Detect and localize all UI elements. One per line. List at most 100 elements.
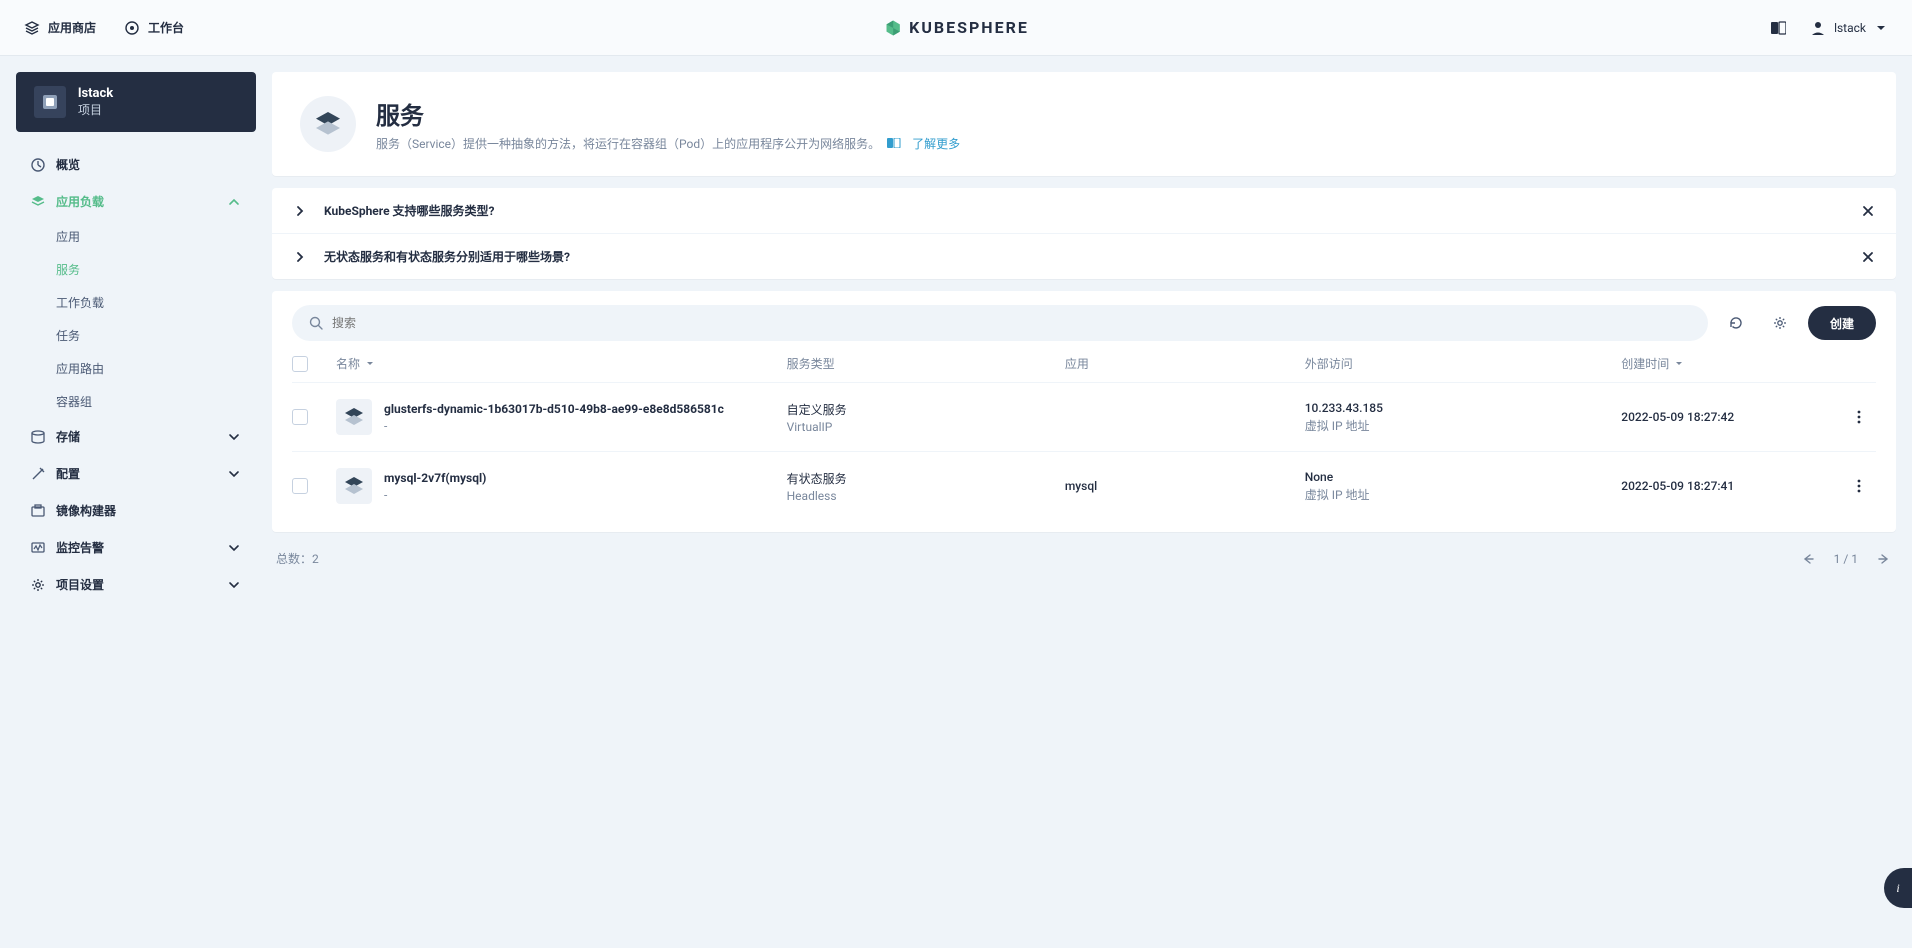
table-header: 名称 服务类型 应用 外部访问 创建时间 bbox=[292, 341, 1876, 382]
sidebar-storage-label: 存储 bbox=[56, 428, 80, 445]
faq-q1-text: KubeSphere 支持哪些服务类型? bbox=[324, 202, 495, 219]
image-builder-icon bbox=[30, 503, 46, 519]
sidebar-item-overview[interactable]: 概览 bbox=[16, 146, 256, 183]
page-description: 服务（Service）提供一种抽象的方法，将运行在容器组（Pod）上的应用程序公… bbox=[376, 135, 960, 152]
sidebar-project-settings-label: 项目设置 bbox=[56, 576, 104, 593]
subnav-routes[interactable]: 应用路由 bbox=[16, 352, 256, 385]
sort-icon bbox=[364, 358, 376, 370]
topnav: 应用商店 工作台 KUBESPHERE lstack bbox=[0, 0, 1912, 56]
page-header-icon bbox=[300, 96, 356, 152]
project-icon bbox=[34, 86, 66, 118]
search-icon bbox=[308, 315, 324, 331]
main: 服务 服务（Service）提供一种抽象的方法，将运行在容器组（Pod）上的应用… bbox=[272, 72, 1896, 603]
table-row: glusterfs-dynamic-1b63017b-d510-49b8-ae9… bbox=[292, 382, 1876, 451]
row-checkbox[interactable] bbox=[292, 409, 308, 425]
workbench-icon bbox=[124, 20, 140, 36]
app-store-icon bbox=[24, 20, 40, 36]
subnav-pods[interactable]: 容器组 bbox=[16, 385, 256, 418]
cell-type-sub: Headless bbox=[787, 489, 1055, 503]
sidebar-item-image-builder[interactable]: 镜像构建器 bbox=[16, 492, 256, 529]
doc-icon bbox=[887, 138, 901, 148]
faq-close-2[interactable] bbox=[1860, 249, 1876, 265]
nav-workbench[interactable]: 工作台 bbox=[124, 19, 184, 36]
col-name[interactable]: 名称 bbox=[336, 355, 777, 372]
refresh-button[interactable] bbox=[1720, 307, 1752, 339]
chevron-down-icon bbox=[226, 540, 242, 556]
subnav-apps[interactable]: 应用 bbox=[16, 220, 256, 253]
user-menu[interactable]: lstack bbox=[1810, 20, 1888, 36]
cell-external: None bbox=[1305, 470, 1612, 484]
overview-icon bbox=[30, 157, 46, 173]
workloads-icon bbox=[30, 194, 46, 210]
create-button[interactable]: 创建 bbox=[1808, 306, 1876, 340]
subnav-jobs[interactable]: 任务 bbox=[16, 319, 256, 352]
chevron-down-icon bbox=[226, 466, 242, 482]
chevron-down-icon bbox=[226, 429, 242, 445]
select-all-checkbox[interactable] bbox=[292, 356, 308, 372]
help-doc-icon[interactable] bbox=[1770, 20, 1786, 36]
cell-type: 有状态服务 bbox=[787, 470, 1055, 487]
page-title: 服务 bbox=[376, 96, 960, 131]
cell-type-sub: VirtualIP bbox=[787, 420, 1055, 434]
project-card[interactable]: lstack 项目 bbox=[16, 72, 256, 132]
cell-app: mysql bbox=[1065, 479, 1295, 493]
service-name-sub: - bbox=[384, 488, 486, 502]
table-footer: 总数：2 1 / 1 bbox=[272, 532, 1896, 571]
search-input[interactable] bbox=[332, 316, 1692, 330]
floating-help-button[interactable]: i bbox=[1884, 868, 1912, 908]
row-more-button[interactable] bbox=[1842, 409, 1876, 425]
chevron-right-icon bbox=[292, 249, 308, 265]
cell-created: 2022-05-09 18:27:42 bbox=[1621, 410, 1832, 424]
config-icon bbox=[30, 466, 46, 482]
storage-icon bbox=[30, 429, 46, 445]
nav-app-store[interactable]: 应用商店 bbox=[24, 19, 96, 36]
sidebar-workloads-label: 应用负载 bbox=[56, 193, 104, 210]
sidebar-item-storage[interactable]: 存储 bbox=[16, 418, 256, 455]
nav-app-store-label: 应用商店 bbox=[48, 19, 96, 36]
sidebar-item-workloads[interactable]: 应用负载 bbox=[16, 183, 256, 220]
sidebar-overview-label: 概览 bbox=[56, 156, 80, 173]
service-icon bbox=[336, 399, 372, 435]
faq-row-1[interactable]: KubeSphere 支持哪些服务类型? bbox=[272, 188, 1896, 234]
sidebar-item-config[interactable]: 配置 bbox=[16, 455, 256, 492]
sidebar-item-monitoring[interactable]: 监控告警 bbox=[16, 529, 256, 566]
col-app: 应用 bbox=[1065, 355, 1295, 372]
subnav-services[interactable]: 服务 bbox=[16, 253, 256, 286]
cell-created: 2022-05-09 18:27:41 bbox=[1621, 479, 1832, 493]
sidebar-config-label: 配置 bbox=[56, 465, 80, 482]
sidebar: lstack 项目 概览 应用负载 应用 服务 工作负载 任务 应用路由 容器组 bbox=[16, 72, 256, 603]
row-more-button[interactable] bbox=[1842, 478, 1876, 494]
logo-text: KUBESPHERE bbox=[909, 18, 1029, 37]
chevron-down-icon bbox=[226, 577, 242, 593]
table-row: mysql-2v7f(mysql) - 有状态服务 Headless mysql… bbox=[292, 451, 1876, 520]
col-created[interactable]: 创建时间 bbox=[1621, 355, 1832, 372]
learn-more-link[interactable]: 了解更多 bbox=[912, 137, 960, 151]
chevron-up-icon bbox=[226, 194, 242, 210]
chevron-right-icon bbox=[292, 203, 308, 219]
faq-row-2[interactable]: 无状态服务和有状态服务分别适用于哪些场景? bbox=[272, 234, 1896, 279]
page-next[interactable] bbox=[1876, 551, 1892, 567]
faq-close-1[interactable] bbox=[1860, 203, 1876, 219]
sort-icon bbox=[1673, 358, 1685, 370]
faq-panel: KubeSphere 支持哪些服务类型? 无状态服务和有状态服务分别适用于哪些场… bbox=[272, 188, 1896, 279]
toolbar: 创建 bbox=[292, 291, 1876, 341]
page-indicator: 1 / 1 bbox=[1834, 552, 1858, 566]
service-name-link[interactable]: mysql-2v7f(mysql) bbox=[384, 470, 486, 487]
cell-external-sub: 虚拟 IP 地址 bbox=[1305, 417, 1612, 434]
page-prev[interactable] bbox=[1800, 551, 1816, 567]
service-icon bbox=[336, 468, 372, 504]
user-avatar-icon bbox=[1810, 20, 1826, 36]
service-name-link[interactable]: glusterfs-dynamic-1b63017b-d510-49b8-ae9… bbox=[384, 401, 724, 418]
search-wrap bbox=[292, 305, 1708, 341]
row-checkbox[interactable] bbox=[292, 478, 308, 494]
nav-workbench-label: 工作台 bbox=[148, 19, 184, 36]
col-type: 服务类型 bbox=[787, 355, 1055, 372]
subnav-workloads[interactable]: 工作负载 bbox=[16, 286, 256, 319]
logo[interactable]: KUBESPHERE bbox=[883, 18, 1029, 38]
cell-external: 10.233.43.185 bbox=[1305, 401, 1612, 415]
sidebar-item-project-settings[interactable]: 项目设置 bbox=[16, 566, 256, 603]
service-name-sub: - bbox=[384, 419, 724, 433]
sidebar-image-builder-label: 镜像构建器 bbox=[56, 502, 116, 519]
col-external: 外部访问 bbox=[1305, 355, 1612, 372]
settings-button[interactable] bbox=[1764, 307, 1796, 339]
